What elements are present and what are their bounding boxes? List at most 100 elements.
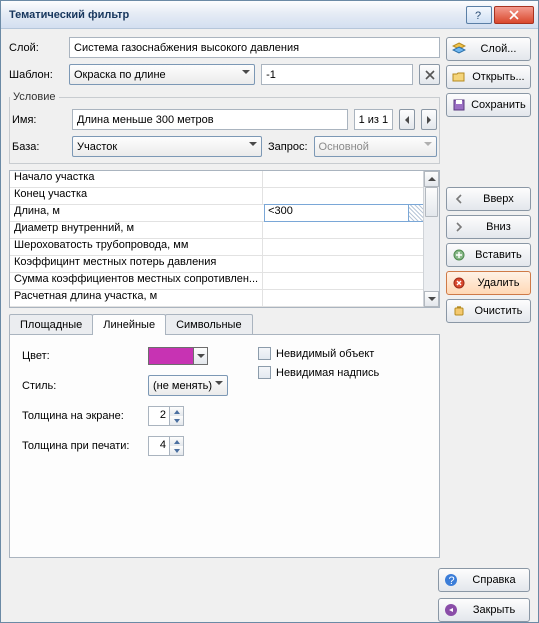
insert-button[interactable]: Вставить (446, 243, 531, 267)
layer-field[interactable] (69, 37, 440, 58)
table-row[interactable]: Расчетная длина участка, м (10, 290, 423, 307)
help-titlebar-button[interactable]: ? (466, 6, 492, 24)
style-combo[interactable]: (не менять) (148, 375, 228, 396)
button-label: Вставить (471, 249, 526, 261)
svg-text:?: ? (475, 10, 481, 20)
layer-label: Слой: (9, 42, 63, 54)
layer-button[interactable]: Слой... (446, 37, 531, 61)
button-label: Слой... (471, 43, 526, 55)
plus-icon (451, 247, 467, 263)
field-value-cell[interactable] (263, 256, 423, 272)
field-name-cell: Длина, м (10, 205, 265, 221)
base-value: Участок (77, 141, 117, 153)
style-label: Стиль: (22, 380, 142, 392)
button-label: Вверх (471, 193, 526, 205)
titlebar: Тематический фильтр ? (1, 1, 538, 29)
field-value-cell[interactable] (263, 171, 423, 187)
svg-text:?: ? (449, 575, 455, 587)
name-label: Имя: (12, 114, 66, 126)
close-button[interactable]: Закрыть (438, 598, 530, 622)
tab-symbol[interactable]: Символьные (165, 314, 253, 335)
table-row[interactable]: Начало участка (10, 171, 423, 188)
footer: ? Справка Закрыть (1, 566, 538, 622)
help-button[interactable]: ? Справка (438, 568, 530, 592)
button-label: Удалить (471, 277, 526, 289)
field-value-cell[interactable] (263, 290, 423, 306)
table-row[interactable]: Длина, м<300 (10, 205, 423, 222)
scroll-up-button[interactable] (424, 171, 439, 187)
table-row[interactable]: Сумма коэффициентов местных сопротивлен.… (10, 273, 423, 290)
field-value-cell[interactable] (263, 239, 423, 255)
chevron-down-icon (424, 140, 432, 148)
invisible-object-checkbox[interactable]: Невидимый объект (258, 347, 379, 360)
screen-thickness-spinner[interactable]: 2 (148, 406, 184, 426)
tab-area[interactable]: Площадные (9, 314, 93, 335)
field-name-cell: Расчетная длина участка, м (10, 290, 263, 306)
checkbox-label: Невидимый объект (276, 348, 374, 360)
delete-button[interactable]: Удалить (446, 271, 531, 295)
save-button[interactable]: Сохранить (446, 93, 531, 117)
template-clear-button[interactable] (419, 64, 440, 85)
spin-up-icon[interactable] (170, 407, 183, 416)
template-value: Окраска по длине (74, 69, 166, 81)
close-titlebar-button[interactable] (494, 6, 534, 24)
template-label: Шаблон: (9, 69, 63, 81)
field-value-cell[interactable] (263, 273, 423, 289)
template-combo[interactable]: Окраска по длине (69, 64, 255, 85)
floppy-icon (451, 97, 467, 113)
field-value-cell[interactable]: <300 (264, 204, 423, 222)
open-button[interactable]: Открыть... (446, 65, 531, 89)
x-icon (451, 275, 467, 291)
screen-thickness-label: Толщина на экране: (22, 410, 142, 422)
button-label: Очистить (471, 305, 526, 317)
table-row[interactable]: Коэффицинт местных потерь давления (10, 256, 423, 273)
button-label: Закрыть (463, 604, 525, 616)
condition-counter: 1 из 1 (354, 109, 394, 130)
tab-panel-linear: Цвет: Стиль: (не менять) Толщина на экра… (9, 334, 440, 558)
tabs: ПлощадныеЛинейныеСимвольные (9, 314, 440, 335)
field-name-cell: Начало участка (10, 171, 263, 187)
button-label: Открыть... (471, 71, 526, 83)
up-button[interactable]: Вверх (446, 187, 531, 211)
field-name-cell: Шероховатость трубопровода, мм (10, 239, 263, 255)
prev-condition-button[interactable] (399, 109, 415, 130)
screen-thickness-value: 2 (149, 407, 169, 425)
field-name-cell: Конец участка (10, 188, 263, 204)
tab-linear[interactable]: Линейные (92, 314, 166, 335)
base-combo[interactable]: Участок (72, 136, 262, 157)
field-value-cell[interactable] (263, 188, 423, 204)
button-label: Справка (463, 574, 525, 586)
clear-button[interactable]: Очистить (446, 299, 531, 323)
print-thickness-spinner[interactable]: 4 (148, 436, 184, 456)
query-combo[interactable]: Основной (314, 136, 438, 157)
template-index-field[interactable] (261, 64, 413, 85)
dialog-window: Тематический фильтр ? Слой: Шаблон: Окра… (0, 0, 539, 623)
spin-down-icon[interactable] (170, 446, 183, 455)
query-value: Основной (319, 141, 369, 153)
scroll-down-button[interactable] (424, 291, 439, 307)
spin-down-icon[interactable] (170, 416, 183, 425)
table-row[interactable]: Шероховатость трубопровода, мм (10, 239, 423, 256)
down-button[interactable]: Вниз (446, 215, 531, 239)
color-swatch (149, 348, 193, 364)
button-label: Вниз (471, 221, 526, 233)
table-row[interactable]: Диаметр внутренний, м (10, 222, 423, 239)
next-condition-button[interactable] (421, 109, 437, 130)
color-picker[interactable] (148, 347, 208, 365)
chevron-down-icon (242, 68, 250, 76)
grid-scrollbar[interactable] (423, 171, 439, 307)
clear-icon (451, 303, 467, 319)
folder-open-icon (451, 69, 467, 85)
name-field[interactable] (72, 109, 348, 130)
button-label: Сохранить (471, 99, 526, 111)
style-value: (не менять) (153, 380, 212, 392)
checkbox-box-icon (258, 366, 271, 379)
scroll-thumb[interactable] (425, 187, 438, 217)
spin-up-icon[interactable] (170, 437, 183, 446)
base-label: База: (12, 141, 66, 153)
fields-grid[interactable]: Начало участкаКонец участкаДлина, м<300Д… (9, 170, 440, 308)
field-value-cell[interactable] (263, 222, 423, 238)
invisible-label-checkbox[interactable]: Невидимая надпись (258, 366, 379, 379)
checkbox-box-icon (258, 347, 271, 360)
table-row[interactable]: Конец участка (10, 188, 423, 205)
